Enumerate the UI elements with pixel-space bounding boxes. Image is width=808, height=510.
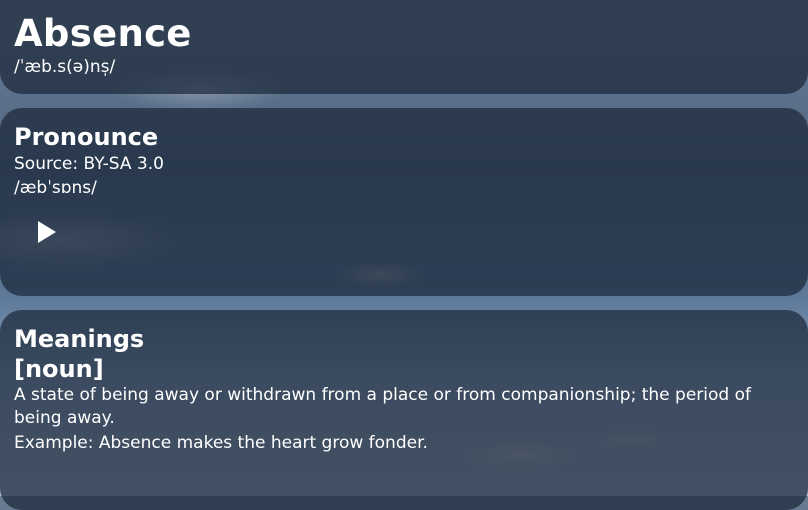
example-text: Example: Absence makes the heart grow fo… — [14, 433, 428, 453]
play-button[interactable] — [34, 218, 60, 246]
pronounce-source: Source: BY-SA 3.0 — [14, 154, 164, 174]
word-title: Absence — [14, 12, 192, 55]
part-of-speech: [noun] — [14, 355, 104, 383]
pronounce-phonetic: /æbˈsɒns/ — [14, 178, 97, 198]
meanings-card: Meanings [noun] A state of being away or… — [0, 310, 808, 510]
pronounce-heading: Pronounce — [14, 123, 159, 151]
word-card: Absence /ˈæb.s(ə)ns̩/ — [0, 0, 808, 94]
word-phonetic: /ˈæb.s(ə)ns̩/ — [14, 57, 116, 77]
pronounce-card: Pronounce Source: BY-SA 3.0 /æbˈsɒns/ — [0, 108, 808, 296]
play-icon — [38, 221, 56, 243]
definition-text: A state of being away or withdrawn from … — [14, 385, 751, 428]
meanings-heading: Meanings — [14, 325, 145, 353]
